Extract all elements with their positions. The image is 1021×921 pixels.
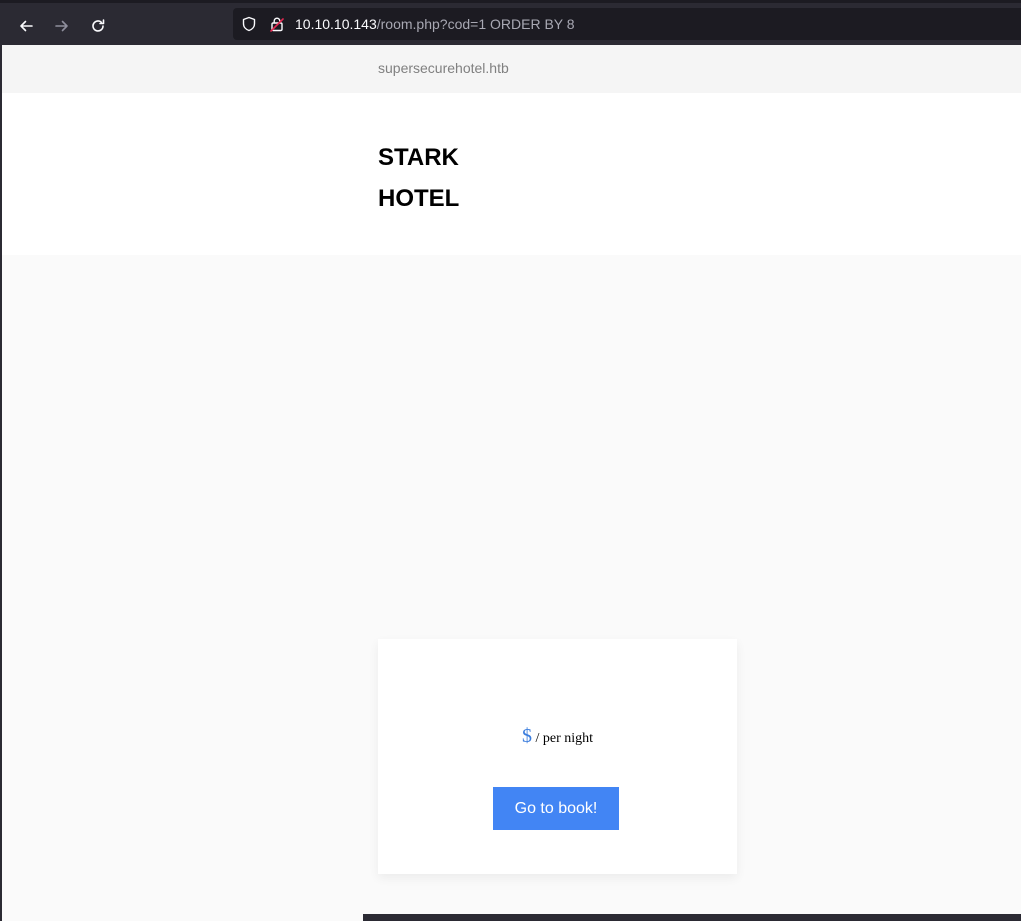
- url-text[interactable]: 10.10.10.143/room.php?cod=1 ORDER BY 8: [295, 16, 575, 32]
- tracking-shield-icon[interactable]: [241, 16, 257, 32]
- reload-icon: [92, 19, 105, 32]
- site-topbar: supersecurehotel.htb: [2, 45, 1021, 93]
- browser-window: 10.10.10.143/room.php?cod=1 ORDER BY 8 s…: [0, 0, 1021, 921]
- url-bar[interactable]: 10.10.10.143/room.php?cod=1 ORDER BY 8: [233, 8, 1021, 40]
- price-suffix: / per night: [535, 731, 594, 746]
- site-domain-link[interactable]: supersecurehotel.htb: [378, 60, 509, 76]
- insecure-lock-icon[interactable]: [269, 16, 285, 32]
- arrow-left-icon: [20, 20, 33, 32]
- arrow-right-icon: [55, 20, 68, 32]
- reload-button[interactable]: [84, 12, 112, 40]
- room-card: $ / per night Go to book!: [378, 639, 737, 874]
- footer-strip: [363, 914, 1021, 921]
- url-host: 10.10.10.143: [295, 16, 377, 32]
- room-price: $ / per night: [378, 725, 737, 748]
- site-header: STARK HOTEL: [2, 93, 1021, 255]
- brand-line-2: HOTEL: [378, 185, 460, 212]
- page-content: supersecurehotel.htb STARK HOTEL $ / per…: [2, 45, 1021, 921]
- browser-toolbar: 10.10.10.143/room.php?cod=1 ORDER BY 8: [0, 0, 1021, 45]
- back-button[interactable]: [12, 12, 40, 40]
- currency-symbol: $: [521, 725, 532, 747]
- book-button[interactable]: Go to book!: [493, 787, 619, 830]
- forward-button[interactable]: [48, 12, 76, 40]
- brand-line-1: STARK: [378, 144, 459, 171]
- url-path: /room.php?cod=1 ORDER BY 8: [376, 16, 575, 32]
- hotel-logo-text[interactable]: STARK HOTEL: [378, 137, 459, 219]
